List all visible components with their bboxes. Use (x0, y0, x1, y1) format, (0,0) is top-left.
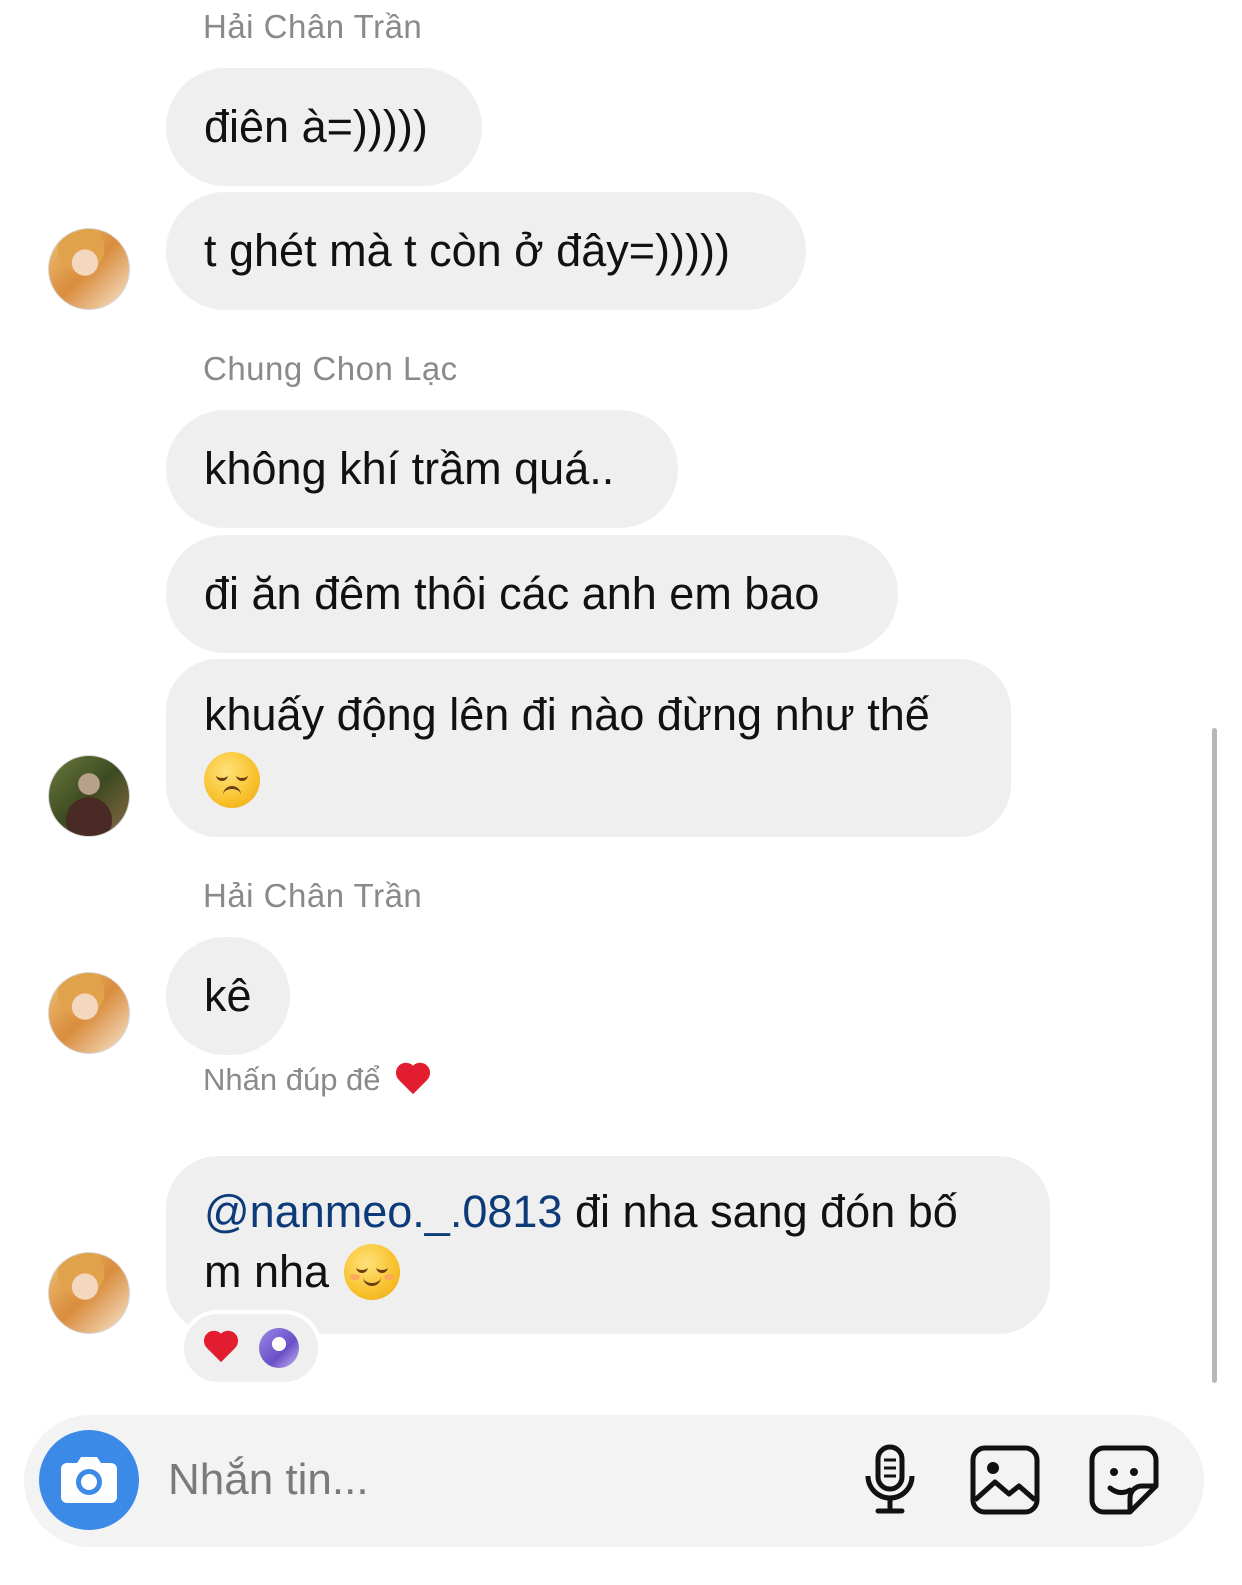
mention-link[interactable]: @nanmeo._.0813 (204, 1186, 562, 1237)
message-input[interactable] (168, 1448, 828, 1512)
avatar[interactable] (48, 1252, 130, 1334)
message-text: điên à=))))) (204, 101, 428, 152)
message-bubble[interactable]: khuấy động lên đi nào đừng như thế (166, 659, 1011, 837)
sender-name: Hải Chân Trần (203, 877, 423, 914)
scrollbar[interactable] (1212, 728, 1217, 1383)
message-bubble[interactable]: không khí trầm quá.. (166, 410, 678, 528)
avatar[interactable] (48, 228, 130, 310)
camera-button[interactable] (39, 1430, 139, 1530)
camera-icon (61, 1457, 117, 1503)
message-text: m nha (204, 1246, 330, 1297)
relieved-face-icon (343, 1244, 400, 1301)
hint-text: Nhấn đúp để (203, 1062, 381, 1097)
message-text: không khí trầm quá.. (204, 443, 615, 494)
reaction-pill[interactable] (180, 1310, 322, 1386)
avatar[interactable] (48, 972, 130, 1054)
message-text: đi nha sang đón bố (562, 1186, 958, 1237)
message-bubble[interactable]: đi ăn đêm thôi các anh em bao (166, 535, 898, 653)
message-text: đi ăn đêm thôi các anh em bao (204, 568, 820, 619)
message-bubble[interactable]: @nanmeo._.0813 đi nha sang đón bố m nha (166, 1156, 1050, 1334)
message-bubble[interactable]: điên à=))))) (166, 68, 482, 186)
disappointed-face-icon (204, 752, 260, 809)
avatar[interactable] (48, 755, 130, 837)
sticker-icon (1089, 1445, 1159, 1515)
gallery-icon (970, 1445, 1040, 1515)
reactor-avatar (259, 1328, 299, 1368)
double-tap-hint: Nhấn đúp để (203, 1062, 431, 1098)
heart-icon (395, 1064, 431, 1096)
sender-name: Chung Chon Lạc (203, 350, 458, 387)
microphone-button[interactable] (850, 1440, 930, 1520)
microphone-icon (865, 1444, 915, 1514)
sticker-button[interactable] (1084, 1440, 1164, 1520)
message-bubble[interactable]: kê (166, 937, 290, 1055)
message-text: khuấy động lên đi nào đừng như thế (204, 689, 930, 740)
gallery-button[interactable] (965, 1440, 1045, 1520)
sender-name: Hải Chân Trần (203, 8, 423, 45)
message-text: kê (204, 970, 252, 1021)
message-bubble[interactable]: t ghét mà t còn ở đây=))))) (166, 192, 806, 310)
message-text: t ghét mà t còn ở đây=))))) (204, 225, 730, 276)
red-heart-icon (203, 1332, 239, 1364)
